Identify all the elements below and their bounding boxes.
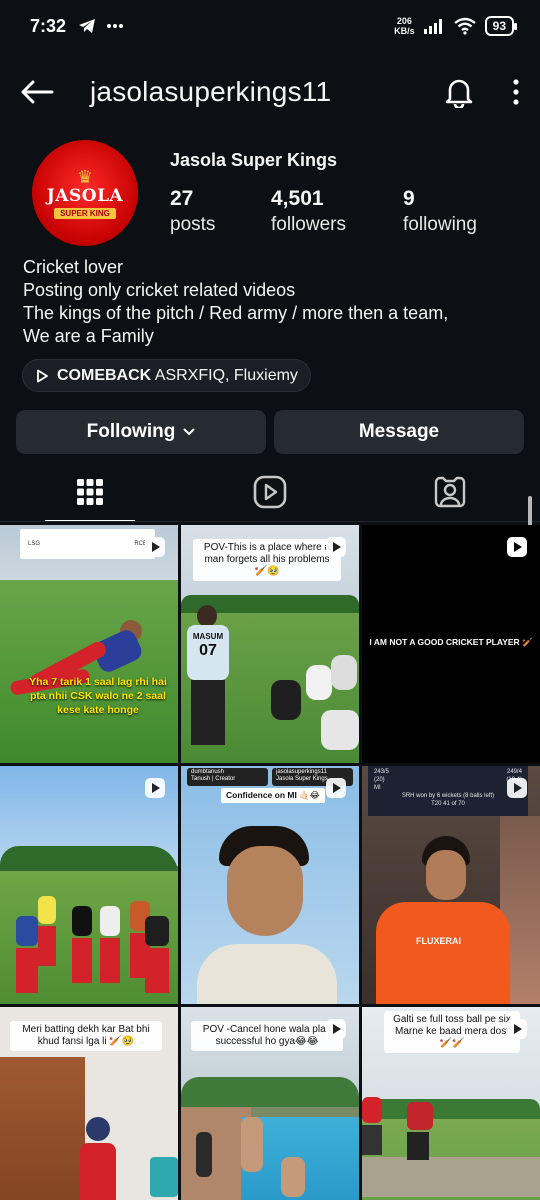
scoreboard: LSG RCB	[20, 529, 155, 559]
profile-actions: Following Message	[16, 410, 524, 454]
wifi-icon	[453, 17, 476, 35]
post-tile[interactable]: 243/5 249/4 (20) (19.4) MI SRH won by 6 …	[362, 766, 540, 1004]
post-tile[interactable]: I AM NOT A GOOD CRICKET PLAYER 🏏	[362, 525, 540, 763]
stat-value: 9	[403, 187, 415, 210]
status-time: 7:32	[30, 15, 67, 36]
person-face	[197, 826, 337, 1004]
header-actions	[444, 76, 520, 108]
content-tabs	[0, 462, 540, 522]
reel-icon	[326, 778, 346, 798]
tab-tagged[interactable]	[360, 462, 540, 522]
person-figure: FLUXERAI	[376, 836, 516, 1004]
crown-icon: ♛	[76, 166, 94, 187]
post-tile[interactable]: dumbtanush Tanush | Creator jasolasuperk…	[181, 766, 359, 1004]
bio-line: Cricket lover	[23, 257, 124, 277]
score-card: 243/5 249/4 (20) (19.4) MI SRH won by 6 …	[368, 766, 528, 816]
reel-icon	[326, 1019, 346, 1039]
post-tile[interactable]: LSG RCB Yha 7 tarik 1 saal lag rhi hai p…	[0, 525, 178, 763]
telegram-icon	[79, 19, 96, 33]
profile-stats: 27 posts 4,501 followers 9 following	[170, 186, 477, 238]
bio-line: Posting only cricket related videos	[23, 280, 296, 300]
stat-label: posts	[170, 214, 216, 235]
header-username: jasolasuperkings11	[90, 76, 332, 107]
tabs-divider	[0, 521, 540, 522]
signal-icon	[423, 19, 442, 34]
stat-value: 27	[170, 187, 194, 210]
stat-label: followers	[271, 214, 346, 235]
post-tile[interactable]: POV-This is a place where a man forgets …	[181, 525, 359, 763]
status-right: 206 KB/s 93	[394, 16, 518, 36]
post-caption: POV -Cancel hone wala plan successful ho…	[191, 1021, 343, 1051]
grid-icon	[77, 479, 103, 505]
following-button[interactable]: Following	[16, 410, 266, 454]
post-tile[interactable]: Galti se full toss ball pe six Marne ke …	[362, 1007, 540, 1200]
play-icon	[37, 369, 48, 382]
tagged-icon	[434, 476, 466, 508]
avatar-logo-text: JASOLA	[46, 185, 124, 206]
reel-icon	[145, 778, 165, 798]
stat-followers[interactable]: 4,501 followers	[271, 186, 403, 238]
bio-line: The kings of the pitch / Red army / more…	[23, 303, 449, 323]
tab-grid[interactable]	[0, 462, 180, 522]
avatar[interactable]: ♛ JASOLA SUPER KING	[32, 140, 138, 246]
posts-grid: LSG RCB Yha 7 tarik 1 saal lag rhi hai p…	[0, 525, 540, 1200]
back-arrow-icon[interactable]	[20, 80, 54, 104]
reel-icon	[326, 537, 346, 557]
chevron-down-icon	[183, 428, 195, 436]
status-left-icons	[78, 18, 124, 34]
tab-reels[interactable]	[180, 462, 360, 522]
display-name: Jasola Super Kings	[170, 150, 338, 170]
post-tile[interactable]: Meri batting dekh kar Bat bhi khud fansi…	[0, 1007, 178, 1200]
battery-indicator: 93	[484, 16, 518, 36]
stat-label: following	[403, 214, 477, 235]
post-tile[interactable]	[0, 766, 178, 1004]
profile-header: jasolasuperkings11	[0, 62, 540, 122]
post-caption: Galti se full toss ball pe six Marne ke …	[384, 1011, 520, 1053]
post-caption: I AM NOT A GOOD CRICKET PLAYER 🏏	[369, 637, 533, 647]
more-options-icon[interactable]	[512, 79, 520, 105]
profile-music[interactable]: COMEBACK ASRXFIQ, Fluxiemy	[22, 359, 311, 392]
post-caption: Yha 7 tarik 1 saal lag rhi hai pta nhii …	[29, 676, 167, 716]
stat-following[interactable]: 9 following	[403, 186, 477, 238]
post-caption: Meri batting dekh kar Bat bhi khud fansi…	[10, 1021, 162, 1051]
status-bar: 7:32 206 KB/s 93	[0, 0, 540, 52]
reel-icon	[507, 778, 527, 798]
music-title: COMEBACK	[57, 366, 152, 384]
more-notifications-icon	[107, 24, 124, 28]
reel-icon	[507, 1019, 527, 1039]
stat-value: 4,501	[271, 187, 324, 210]
profile-summary: ♛ JASOLA SUPER KING Jasola Super Kings 2…	[32, 138, 522, 248]
avatar-logo-subtext: SUPER KING	[54, 207, 116, 219]
bio: Cricket lover Posting only cricket relat…	[23, 256, 523, 348]
music-artists: ASRXFIQ, Fluxiemy	[154, 366, 298, 384]
post-caption: POV-This is a place where a man forgets …	[193, 539, 341, 581]
reel-icon	[507, 537, 527, 557]
reels-icon	[253, 475, 287, 509]
network-speed: 206 KB/s	[394, 16, 415, 36]
bio-line: We are a Family	[23, 326, 154, 346]
person-figure	[80, 1117, 120, 1200]
message-button[interactable]: Message	[274, 410, 524, 454]
bell-icon[interactable]	[444, 76, 474, 108]
post-tile[interactable]: POV -Cancel hone wala plan successful ho…	[181, 1007, 359, 1200]
reel-icon	[145, 537, 165, 557]
player-figure: MASUM 07	[183, 605, 233, 755]
stat-posts[interactable]: 27 posts	[170, 186, 271, 238]
post-caption: Confidence on MI 🤙🏻😂	[221, 788, 325, 803]
